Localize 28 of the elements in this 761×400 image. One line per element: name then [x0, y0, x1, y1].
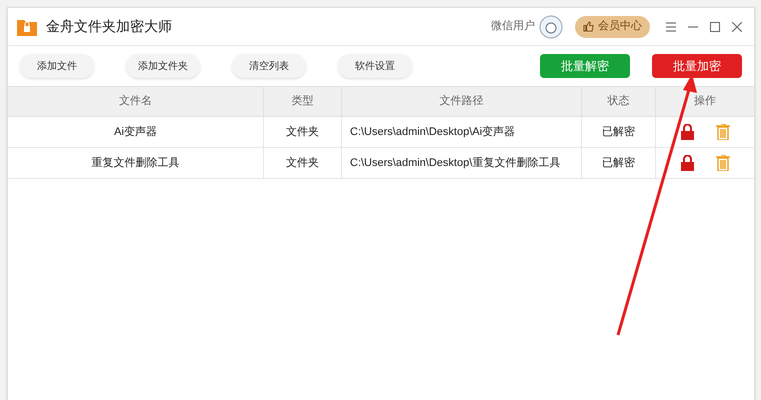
column-header: 操作	[694, 94, 716, 110]
menu-icon[interactable]	[666, 22, 676, 32]
table-cell-text: 已解密	[602, 156, 635, 171]
batch-encrypt-button[interactable]: 批量加密	[652, 54, 742, 78]
toolbar-button[interactable]: 清空列表	[232, 54, 306, 78]
column-header: 文件路径	[440, 94, 484, 110]
vip-center-button[interactable]: 会员中心	[575, 16, 650, 38]
table-cell-text: 文件夹	[286, 156, 319, 171]
table-cell-text: 已解密	[602, 124, 635, 140]
maximize-icon[interactable]	[710, 22, 720, 32]
column-header: 状态	[608, 94, 630, 110]
toolbar-button[interactable]: 软件设置	[338, 54, 412, 78]
thumbs-up-icon	[583, 21, 594, 32]
user-name: 微信用户	[491, 18, 535, 34]
lock-icon[interactable]	[680, 155, 694, 171]
table-cell-text: 文件夹	[286, 124, 319, 140]
lock-icon[interactable]	[680, 124, 694, 140]
avatar-icon[interactable]	[539, 14, 563, 38]
column-header: 类型	[292, 94, 314, 110]
table-cell-text: C:\Users\admin\Desktop\重复文件删除工具	[350, 156, 560, 171]
table-cell-text: 重复文件删除工具	[92, 156, 180, 171]
window-title: 金舟文件夹加密大师	[46, 17, 172, 36]
column-header: 文件名	[119, 94, 152, 110]
toolbar-button[interactable]: 添加文件	[20, 54, 94, 78]
toolbar-button[interactable]: 添加文件夹	[126, 54, 200, 78]
table-cell-text: Ai变声器	[114, 124, 157, 140]
table-cell-text: C:\Users\admin\Desktop\Ai变声器	[350, 124, 516, 140]
close-icon[interactable]	[732, 22, 742, 32]
